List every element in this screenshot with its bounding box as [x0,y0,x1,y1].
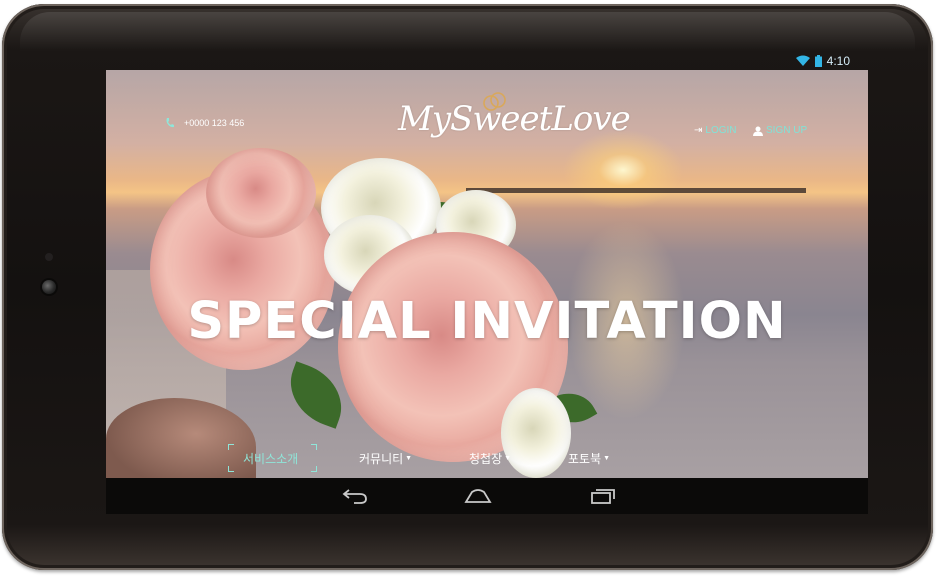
rings-icon [483,92,506,111]
nav-label: 서비스소개 [243,451,299,466]
chevron-down-icon: ▼ [603,454,611,462]
nav-item-invitation[interactable]: 청첩장 ▼ [469,448,511,468]
active-corner-marker [228,466,234,472]
nav-label: 커뮤니티 [359,451,404,466]
hero-title: SPECIAL INVITATION [187,292,787,351]
device-glare [20,12,915,52]
back-button[interactable] [335,484,375,508]
front-camera [42,280,56,294]
signup-link[interactable]: SIGN UP [753,125,807,136]
nav-label: 포토북 [568,451,602,466]
battery-icon [814,54,822,67]
app-screen: +0000 123 456 MySweetLove ⇥ LOGIN SIGN U… [106,70,868,478]
proximity-sensor [45,253,53,261]
signup-label: SIGN UP [766,125,808,136]
login-label: LOGIN [705,125,737,136]
nav-item-photobook[interactable]: 포토북 ▼ [568,448,610,468]
pink-rose [206,148,316,238]
chevron-down-icon: ▼ [405,454,413,462]
active-corner-marker [228,444,234,450]
chevron-down-icon: ▼ [504,454,512,462]
nav-item-service-intro[interactable]: 서비스소개 [243,448,298,468]
wifi-icon [795,55,810,66]
recent-apps-icon [591,489,615,504]
nav-label: 청첩장 [469,451,503,466]
home-icon [464,489,492,503]
nav-item-community[interactable]: 커뮤니티 ▼ [359,448,412,468]
phone-number: +0000 123 456 [184,118,245,128]
home-button[interactable] [458,484,498,508]
main-nav: 서비스소개 커뮤니티 ▼ 청첩장 ▼ 포토북 ▼ [106,440,868,478]
back-icon [342,489,367,504]
status-time: 4:10 [826,53,850,68]
phone-contact: +0000 123 456 [166,118,244,128]
login-icon: ⇥ [694,125,703,136]
active-corner-marker [311,466,317,472]
user-icon [753,126,763,136]
active-corner-marker [311,444,317,450]
status-bar: 4:10 [106,52,850,69]
recent-apps-button[interactable] [583,484,623,508]
android-navigation-bar [106,478,868,514]
phone-icon [166,118,174,128]
login-link[interactable]: ⇥ LOGIN [694,125,737,136]
